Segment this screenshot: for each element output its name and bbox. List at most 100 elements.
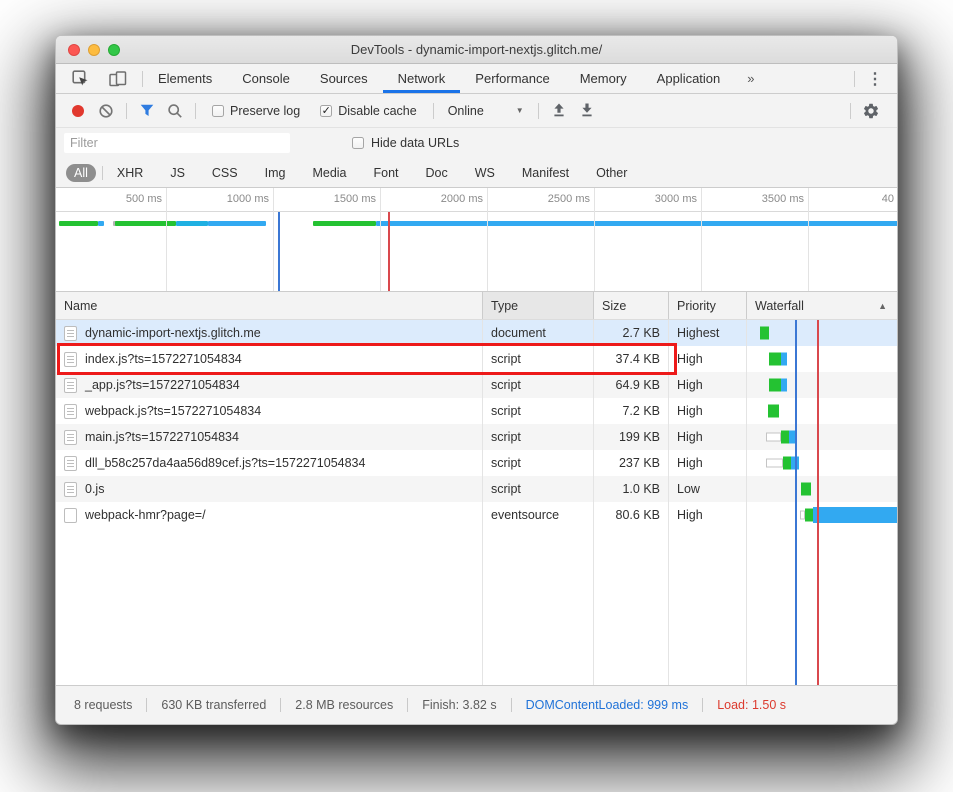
type-filter-ws[interactable]: WS bbox=[467, 164, 503, 182]
request-size: 80.6 KB bbox=[594, 502, 669, 528]
request-name: dynamic-import-nextjs.glitch.me bbox=[85, 326, 261, 340]
request-type: script bbox=[483, 398, 594, 424]
column-header-size[interactable]: Size bbox=[594, 292, 669, 319]
timeline-gridline bbox=[273, 188, 274, 291]
type-filter-other[interactable]: Other bbox=[588, 164, 635, 182]
table-row-dlljs[interactable]: dll_b58c257da4aa56d89cef.js?ts=157227105… bbox=[56, 450, 897, 476]
request-priority: High bbox=[669, 398, 747, 424]
type-filter-js[interactable]: JS bbox=[162, 164, 193, 182]
request-name: dll_b58c257da4aa56d89cef.js?ts=157227105… bbox=[85, 456, 365, 470]
disable-cache-checkbox[interactable]: ✓ bbox=[320, 105, 332, 117]
tab-sources[interactable]: Sources bbox=[305, 64, 383, 93]
more-tabs-button[interactable]: » bbox=[735, 64, 766, 93]
request-priority: High bbox=[669, 450, 747, 476]
timeline-tick-label: 1000 ms bbox=[209, 193, 269, 205]
file-icon bbox=[64, 482, 77, 497]
type-filter-doc[interactable]: Doc bbox=[418, 164, 456, 182]
table-row-mainjs[interactable]: main.js?ts=1572271054834 script 199 KB H… bbox=[56, 424, 897, 450]
search-icon[interactable] bbox=[161, 98, 189, 124]
window-titlebar[interactable]: DevTools - dynamic-import-nextjs.glitch.… bbox=[56, 36, 897, 64]
requests-table-body: dynamic-import-nextjs.glitch.me document… bbox=[56, 320, 897, 685]
hide-data-urls-label: Hide data URLs bbox=[371, 136, 459, 150]
table-row-0js[interactable]: 0.js script 1.0 KB Low bbox=[56, 476, 897, 502]
request-priority: Low bbox=[669, 476, 747, 502]
column-header-waterfall[interactable]: Waterfall ▲ bbox=[747, 292, 897, 319]
device-toolbar-icon[interactable] bbox=[104, 66, 132, 92]
filter-icon[interactable] bbox=[133, 98, 161, 124]
tab-label: Memory bbox=[580, 71, 627, 86]
waterfall-bar bbox=[781, 353, 787, 366]
minimize-button[interactable] bbox=[88, 44, 100, 56]
type-filter-img[interactable]: Img bbox=[257, 164, 294, 182]
timeline-gridline bbox=[701, 188, 702, 291]
chevron-down-icon: ▼ bbox=[516, 106, 524, 115]
highlight-annotation-box bbox=[57, 343, 677, 375]
type-filter-xhr[interactable]: XHR bbox=[109, 164, 151, 182]
export-har-icon[interactable] bbox=[573, 98, 601, 124]
column-header-priority[interactable]: Priority bbox=[669, 292, 747, 319]
tab-application[interactable]: Application bbox=[642, 64, 736, 93]
table-load-line bbox=[817, 320, 819, 685]
waterfall-bar bbox=[176, 221, 208, 226]
waterfall-bar bbox=[768, 405, 779, 418]
tab-performance[interactable]: Performance bbox=[460, 64, 564, 93]
tab-label: Sources bbox=[320, 71, 368, 86]
type-filter-font[interactable]: Font bbox=[366, 164, 407, 182]
throttling-value: Online bbox=[448, 104, 484, 118]
timeline-gridline bbox=[487, 188, 488, 291]
network-overview-timeline[interactable]: 500 ms1000 ms1500 ms2000 ms2500 ms3000 m… bbox=[56, 188, 897, 292]
waterfall-bar bbox=[376, 221, 897, 226]
filter-bar: Hide data URLs bbox=[56, 128, 897, 158]
request-type: script bbox=[483, 476, 594, 502]
type-filter-media[interactable]: Media bbox=[304, 164, 354, 182]
requests-table-header: Name Type Size Priority Waterfall ▲ bbox=[56, 292, 897, 320]
type-filter-manifest[interactable]: Manifest bbox=[514, 164, 577, 182]
timeline-tick-label: 40 bbox=[834, 193, 894, 205]
tab-elements[interactable]: Elements bbox=[143, 64, 227, 93]
devtools-menu-icon[interactable]: ⋮ bbox=[855, 64, 897, 93]
load-time: Load: 1.50 s bbox=[702, 698, 800, 712]
tab-label: Console bbox=[242, 71, 290, 86]
waterfall-bar bbox=[98, 221, 104, 226]
table-row-appjs[interactable]: _app.js?ts=1572271054834 script 64.9 KB … bbox=[56, 372, 897, 398]
request-priority: High bbox=[669, 372, 747, 398]
throttling-dropdown[interactable]: Online ▼ bbox=[440, 104, 532, 118]
waterfall-bar bbox=[781, 379, 787, 392]
hide-data-urls-toggle[interactable]: Hide data URLs bbox=[342, 136, 469, 150]
close-button[interactable] bbox=[68, 44, 80, 56]
tab-console[interactable]: Console bbox=[227, 64, 305, 93]
zoom-button[interactable] bbox=[108, 44, 120, 56]
settings-gear-icon[interactable] bbox=[857, 98, 885, 124]
preserve-log-toggle[interactable]: Preserve log bbox=[202, 104, 310, 118]
type-filter-css[interactable]: CSS bbox=[204, 164, 246, 182]
request-type: script bbox=[483, 450, 594, 476]
waterfall-bar bbox=[769, 353, 781, 366]
timeline-gridline bbox=[594, 188, 595, 291]
domcontentloaded-time: DOMContentLoaded: 999 ms bbox=[511, 698, 703, 712]
table-row-webpack-hmr[interactable]: webpack-hmr?page=/ eventsource 80.6 KB H… bbox=[56, 502, 897, 528]
file-icon bbox=[64, 404, 77, 419]
column-header-type[interactable]: Type bbox=[483, 292, 594, 319]
file-icon bbox=[64, 456, 77, 471]
waterfall-bar bbox=[766, 433, 781, 442]
request-size: 199 KB bbox=[594, 424, 669, 450]
waterfall-bar bbox=[801, 483, 811, 496]
inspect-element-icon[interactable] bbox=[66, 66, 94, 92]
column-header-name[interactable]: Name bbox=[56, 292, 483, 319]
record-button[interactable] bbox=[64, 98, 92, 124]
table-domcontentloaded-line bbox=[795, 320, 797, 685]
type-filter-all[interactable]: All bbox=[66, 164, 96, 182]
import-har-icon[interactable] bbox=[545, 98, 573, 124]
requests-count: 8 requests bbox=[60, 698, 146, 712]
sort-ascending-icon: ▲ bbox=[878, 301, 887, 311]
preserve-log-checkbox[interactable] bbox=[212, 105, 224, 117]
clear-icon[interactable] bbox=[92, 98, 120, 124]
tab-memory[interactable]: Memory bbox=[565, 64, 642, 93]
disable-cache-toggle[interactable]: ✓ Disable cache bbox=[310, 104, 427, 118]
tab-network[interactable]: Network bbox=[383, 64, 461, 93]
request-priority: High bbox=[669, 424, 747, 450]
filter-input[interactable] bbox=[64, 133, 290, 153]
hide-data-urls-checkbox[interactable] bbox=[352, 137, 364, 149]
table-row-webpackjs[interactable]: webpack.js?ts=1572271054834 script 7.2 K… bbox=[56, 398, 897, 424]
devtools-tabbar: Elements Console Sources Network Perform… bbox=[56, 64, 897, 94]
